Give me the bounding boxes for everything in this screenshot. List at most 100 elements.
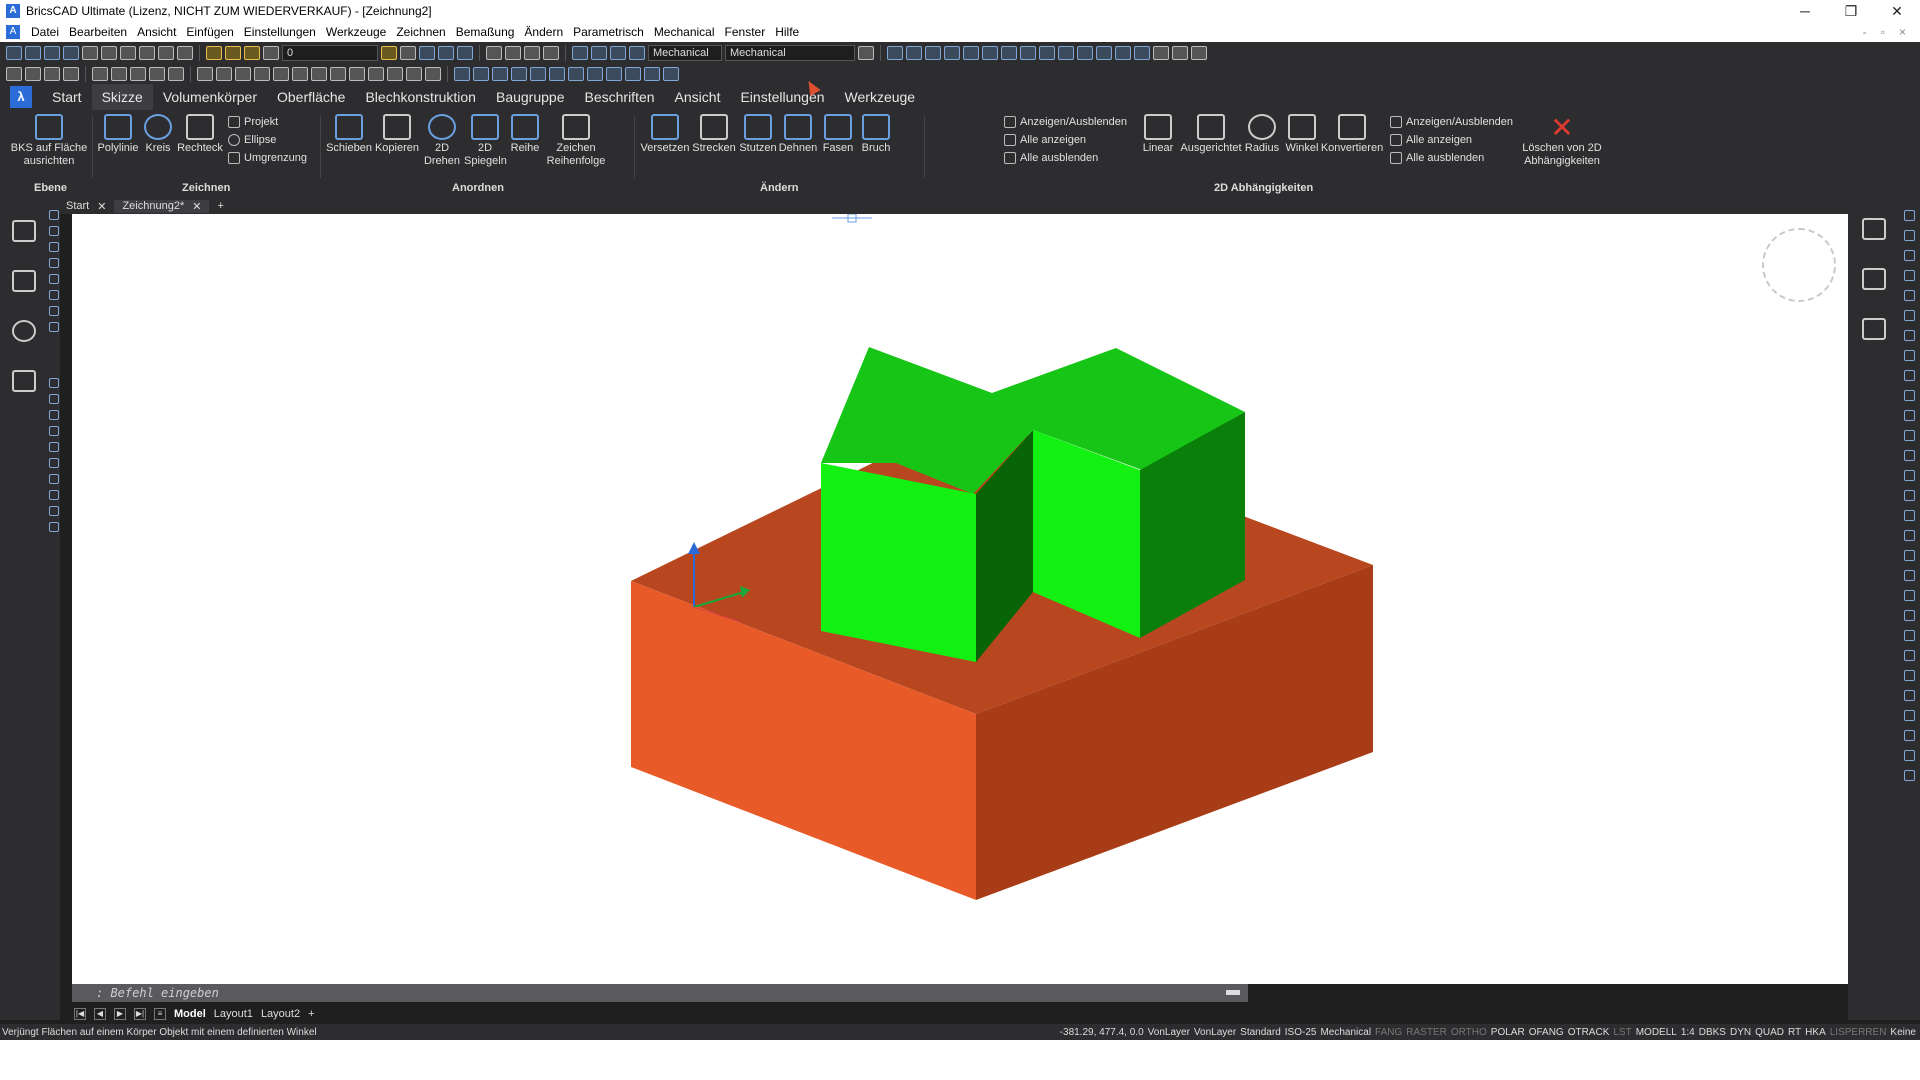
strecken-button[interactable]: Strecken <box>692 114 736 155</box>
wedge-icon[interactable] <box>25 67 41 81</box>
snap-tool-icon[interactable] <box>1904 430 1915 441</box>
layer-print-icon[interactable] <box>263 46 279 60</box>
status-toggle[interactable]: ORTHO <box>1451 1027 1487 1038</box>
tab-blechkonstruktion[interactable]: Blechkonstruktion <box>355 84 486 110</box>
gradient-tool-icon[interactable] <box>49 410 59 420</box>
print-icon[interactable] <box>82 46 98 60</box>
layer-state-icon[interactable] <box>381 46 397 60</box>
tab-ansicht[interactable]: Ansicht <box>665 84 731 110</box>
torus-icon[interactable] <box>111 67 127 81</box>
menu-aendern[interactable]: Ändern <box>519 25 568 39</box>
alle-ausblenden-1-button[interactable]: Alle ausblenden <box>1004 152 1098 164</box>
tab-skizze[interactable]: Skizze <box>91 84 153 110</box>
snap-none-icon[interactable] <box>1134 46 1150 60</box>
anzeigen-ausblenden-1-button[interactable]: Anzeigen/Ausblenden <box>1004 116 1127 128</box>
match-layer-icon[interactable] <box>400 46 416 60</box>
view-top-icon[interactable] <box>486 46 502 60</box>
view-front-icon[interactable] <box>524 46 540 60</box>
snap-perpendicular-icon[interactable] <box>1039 46 1055 60</box>
help-icon[interactable] <box>858 46 874 60</box>
loeschen-abhaengigkeiten-button[interactable]: ✕ Löschen von 2D Abhängigkeiten <box>1516 114 1608 168</box>
drawing-explorer-icon[interactable] <box>629 46 645 60</box>
ellipse-tool-icon[interactable] <box>49 274 59 284</box>
snap-tool-icon[interactable] <box>1904 290 1915 301</box>
table-icon[interactable] <box>12 370 36 392</box>
sphere-icon[interactable] <box>92 67 108 81</box>
tab-baugruppe[interactable]: Baugruppe <box>486 84 575 110</box>
menu-parametrisch[interactable]: Parametrisch <box>568 25 649 39</box>
menu-fenster[interactable]: Fenster <box>720 25 771 39</box>
snap-tool-icon[interactable] <box>1904 370 1915 381</box>
snap-tool-icon[interactable] <box>1904 410 1915 421</box>
snap-tool-icon[interactable] <box>1904 470 1915 481</box>
attachments-clip-icon[interactable] <box>1862 268 1886 290</box>
bks-auf-flaeche-button[interactable]: BKS auf Fläche ausrichten <box>10 114 88 168</box>
status-toggle[interactable]: FANG <box>1375 1027 1402 1038</box>
ausgerichtet-button[interactable]: Ausgerichtet <box>1180 114 1242 155</box>
snap-parallel-icon[interactable] <box>1115 46 1131 60</box>
snap-center-icon[interactable] <box>925 46 941 60</box>
separate-icon[interactable] <box>387 67 403 81</box>
snap-tool-icon[interactable] <box>1904 310 1915 321</box>
cut-icon[interactable] <box>120 46 136 60</box>
layer-on-icon[interactable] <box>206 46 222 60</box>
mechanical-browser-icon[interactable] <box>12 220 36 242</box>
subtract-icon[interactable] <box>216 67 232 81</box>
snap-nearest-icon[interactable] <box>1077 46 1093 60</box>
save-icon[interactable] <box>44 46 60 60</box>
model-viewport[interactable] <box>72 214 1848 984</box>
command-input[interactable]: : Befehl eingeben <box>96 986 219 1000</box>
plot-icon[interactable] <box>101 46 117 60</box>
polylinie-button[interactable]: Polylinie <box>96 114 140 155</box>
radius-button[interactable]: Radius <box>1242 114 1282 155</box>
tab-beschriften[interactable]: Beschriften <box>575 84 665 110</box>
layout-tab-layout1[interactable]: Layout1 <box>214 1008 253 1020</box>
first-layout-icon[interactable]: |◀ <box>74 1008 86 1020</box>
snap-tool-icon[interactable] <box>1904 350 1915 361</box>
properties-sliders-icon[interactable] <box>1862 218 1886 240</box>
status-toggle[interactable]: DYN <box>1730 1027 1751 1038</box>
doc-minimize-icon[interactable]: - <box>1863 25 1867 39</box>
wipeout-tool-icon[interactable] <box>49 442 59 452</box>
new-icon[interactable] <box>6 46 22 60</box>
snap-intersection-icon[interactable] <box>982 46 998 60</box>
snap-quadrant-icon[interactable] <box>963 46 979 60</box>
snap-node-icon[interactable] <box>944 46 960 60</box>
shell-icon[interactable] <box>349 67 365 81</box>
doc-restore-icon[interactable]: ▫ <box>1881 25 1885 39</box>
alle-ausblenden-2-button[interactable]: Alle ausblenden <box>1390 152 1484 164</box>
menu-werkzeuge[interactable]: Werkzeuge <box>321 25 391 39</box>
doc-tab-start[interactable]: Start ✕ <box>58 200 114 213</box>
layer-freeze-icon[interactable] <box>225 46 241 60</box>
extrude-icon[interactable] <box>149 67 165 81</box>
close-icon[interactable]: ✕ <box>97 200 106 213</box>
konvertieren-button[interactable]: Konvertieren <box>1320 114 1384 155</box>
versetzen-button[interactable]: Versetzen <box>640 114 690 155</box>
snap-extension-icon[interactable] <box>1001 46 1017 60</box>
polyline-tool-icon[interactable] <box>49 306 59 316</box>
color-face-icon[interactable] <box>587 67 603 81</box>
table-tool-icon[interactable] <box>49 490 59 500</box>
check-icon[interactable] <box>425 67 441 81</box>
layer-walk-icon[interactable] <box>457 46 473 60</box>
layer-isolate-icon[interactable] <box>438 46 454 60</box>
model-3d-drawing[interactable] <box>72 214 1848 984</box>
close-icon[interactable]: ✕ <box>192 200 201 213</box>
copy-edge-icon[interactable] <box>606 67 622 81</box>
menu-einstellungen[interactable]: Einstellungen <box>239 25 321 39</box>
taper-face-icon[interactable] <box>549 67 565 81</box>
imprint-icon[interactable] <box>368 67 384 81</box>
snap-tool-icon[interactable] <box>1904 690 1915 701</box>
properties-icon[interactable] <box>572 46 588 60</box>
layout-tab-layout2[interactable]: Layout2 <box>261 1008 300 1020</box>
status-toggle[interactable]: Standard <box>1240 1027 1281 1038</box>
intersect-icon[interactable] <box>235 67 251 81</box>
doc-close-icon[interactable]: × <box>1899 25 1906 39</box>
status-toggle[interactable]: OTRACK <box>1568 1027 1610 1038</box>
minimize-button[interactable]: ─ <box>1782 3 1828 19</box>
layout-tab-model[interactable]: Model <box>174 1008 206 1020</box>
spline-tool-icon[interactable] <box>49 290 59 300</box>
push-pull-icon[interactable] <box>644 67 660 81</box>
snap-tool-icon[interactable] <box>1904 730 1915 741</box>
snap-tool-icon[interactable] <box>1904 770 1915 781</box>
